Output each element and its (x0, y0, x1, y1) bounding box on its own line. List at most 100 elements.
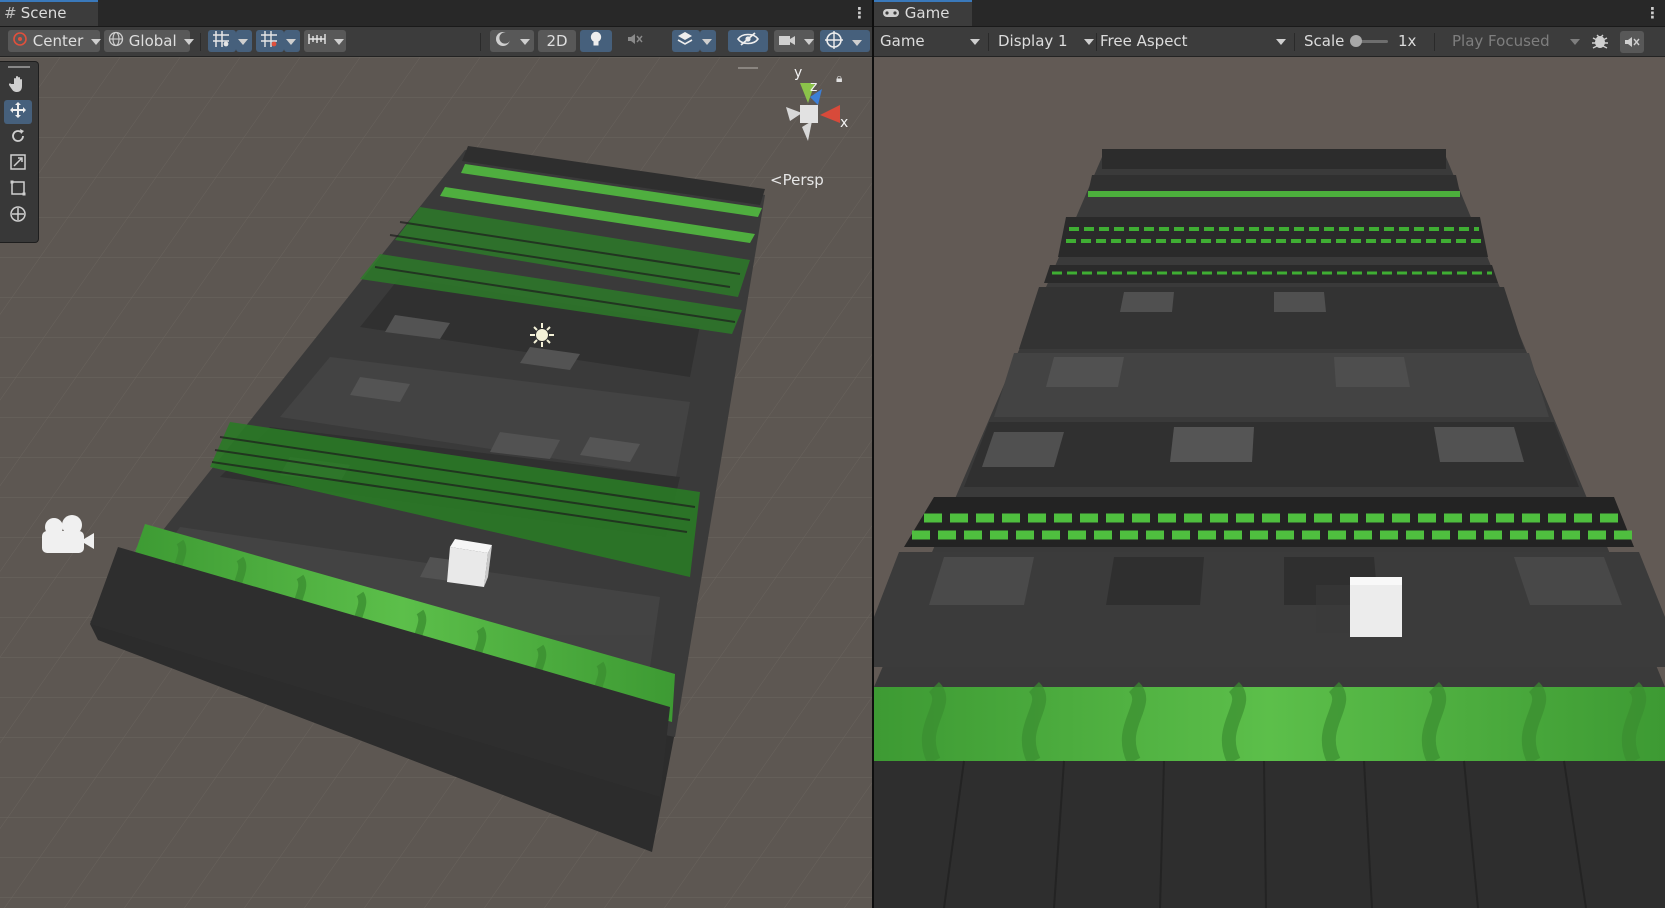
tab-active-indicator (0, 0, 98, 2)
chevron-down-icon (286, 38, 296, 45)
chevron-down-icon (91, 38, 102, 45)
palette-drag-handle[interactable] (8, 66, 30, 68)
audio-toggle[interactable] (620, 30, 650, 52)
aspect-label: Free Aspect (1100, 32, 1188, 50)
display-label: Display 1 (998, 32, 1068, 50)
scale-tool-icon (9, 153, 27, 175)
scene-more-options-icon[interactable]: ⋮ (852, 4, 867, 22)
chevron-down-icon (1570, 39, 1580, 45)
tab-game[interactable]: Game (874, 0, 972, 26)
effects-dropdown[interactable] (700, 30, 716, 52)
gizmo-axis-y-label: y (794, 65, 803, 81)
scene-tab-bar: # Scene ⋮ (0, 0, 872, 27)
increment-snap-button[interactable] (304, 30, 346, 52)
tab-scene[interactable]: # Scene (0, 0, 98, 26)
gizmo-axis-x-label: x (840, 115, 849, 131)
chevron-left-icon: < (770, 171, 783, 189)
pivot-icon (12, 31, 28, 53)
tool-scale[interactable] (4, 152, 32, 176)
road-tiles (964, 287, 1579, 487)
chevron-down-icon (803, 38, 814, 45)
lock-icon[interactable]: 🔒︎ (836, 71, 842, 86)
grid-visibility-button[interactable] (256, 30, 284, 52)
lightbulb-icon (588, 30, 604, 54)
scale-label: Scale (1304, 32, 1345, 50)
player-cube[interactable] (1316, 577, 1402, 637)
display-dropdown[interactable]: Display 1 (998, 27, 1094, 56)
effects-toggle[interactable] (672, 30, 700, 52)
speaker-muted-icon (1623, 34, 1641, 54)
grid-snapping-button[interactable] (208, 30, 236, 52)
grid-snapping-dropdown[interactable] (236, 30, 252, 52)
tool-palette (0, 61, 39, 243)
conveyor-far-1 (1058, 217, 1488, 257)
grid-icon (260, 30, 278, 54)
ruler-icon (308, 30, 326, 54)
far-wall-2 (1088, 175, 1460, 193)
layers-icon (676, 30, 694, 54)
scale-slider-thumb[interactable] (1350, 35, 1362, 47)
move-tool-icon (9, 101, 27, 123)
projection-label: Persp (782, 171, 824, 189)
chevron-down-icon (970, 39, 980, 45)
scene-camera-dropdown[interactable] (774, 30, 814, 52)
stats-toggle[interactable] (1590, 31, 1614, 53)
transform-tool-icon (9, 205, 27, 227)
globe-icon (108, 31, 124, 53)
view-type-dropdown[interactable]: Game (880, 27, 984, 56)
speaker-muted-icon (626, 31, 644, 53)
tool-rotate[interactable] (4, 126, 32, 150)
pivot-mode-dropdown[interactable]: Center (8, 30, 102, 53)
game-more-options-icon[interactable]: ⋮ (1645, 4, 1660, 22)
toolbar-separator (1096, 33, 1097, 51)
game-tab-bar: Game ⋮ (874, 0, 1665, 27)
pivot-space-dropdown[interactable]: Global (104, 30, 195, 53)
scene-visibility-toggle[interactable] (728, 30, 768, 52)
mode-2d-toggle[interactable]: 2D (538, 30, 576, 52)
mute-audio-toggle[interactable] (1620, 31, 1644, 53)
gizmo-icon (824, 30, 844, 56)
near-road (874, 761, 1665, 908)
lighting-toggle[interactable] (580, 30, 612, 52)
overlay-drag-handle[interactable] (738, 67, 758, 69)
game-toolbar: Game Display 1 Free Aspect Scale 1x Play… (874, 27, 1665, 57)
bug-icon (1590, 31, 1610, 55)
tool-move[interactable] (4, 100, 32, 124)
view-type-label: Game (880, 32, 925, 50)
play-mode-label: Play Focused (1452, 32, 1550, 50)
scene-tab-label: Scene (20, 4, 67, 22)
scene-toolbar: Center Global 2D (0, 27, 872, 57)
hand-tool-icon (8, 75, 27, 97)
pivot-mode-label: Center (32, 32, 84, 50)
projection-toggle[interactable]: <Persp (770, 171, 824, 189)
tool-rect[interactable] (4, 178, 32, 202)
scene-render (0, 57, 872, 908)
far-wall (1102, 149, 1446, 169)
rotate-tool-icon (9, 127, 27, 149)
game-viewport[interactable] (874, 57, 1665, 908)
toolbar-separator (1434, 33, 1435, 51)
play-mode-dropdown[interactable]: Play Focused (1452, 27, 1580, 56)
grid-visibility-dropdown[interactable] (284, 30, 300, 52)
player-cube[interactable] (447, 539, 492, 587)
toolbar-separator (480, 33, 481, 51)
gizmos-dropdown[interactable] (820, 30, 870, 52)
orientation-gizmo[interactable]: y z x 🔒︎ <Persp (760, 65, 860, 205)
gamepad-icon (882, 1, 900, 27)
draw-mode-dropdown[interactable] (490, 30, 534, 52)
rect-tool-icon (9, 179, 27, 201)
aspect-dropdown[interactable]: Free Aspect (1100, 27, 1290, 56)
chevron-down-icon (1276, 39, 1286, 45)
chevron-down-icon (1084, 39, 1094, 45)
chevron-down-icon (238, 38, 248, 45)
gizmo-axis-z-label: z (810, 79, 818, 95)
toolbar-separator (988, 33, 989, 51)
scene-panel: # Scene ⋮ Center Global 2D y z x 🔒︎ <Per… (0, 0, 872, 908)
chevron-down-icon (702, 38, 712, 45)
scene-viewport[interactable]: y z x 🔒︎ <Persp (0, 57, 872, 908)
tool-hand[interactable] (4, 74, 32, 98)
chevron-down-icon (519, 39, 530, 45)
tool-transform[interactable] (4, 204, 32, 228)
toolbar-separator (1294, 33, 1295, 51)
chevron-down-icon (333, 39, 344, 45)
